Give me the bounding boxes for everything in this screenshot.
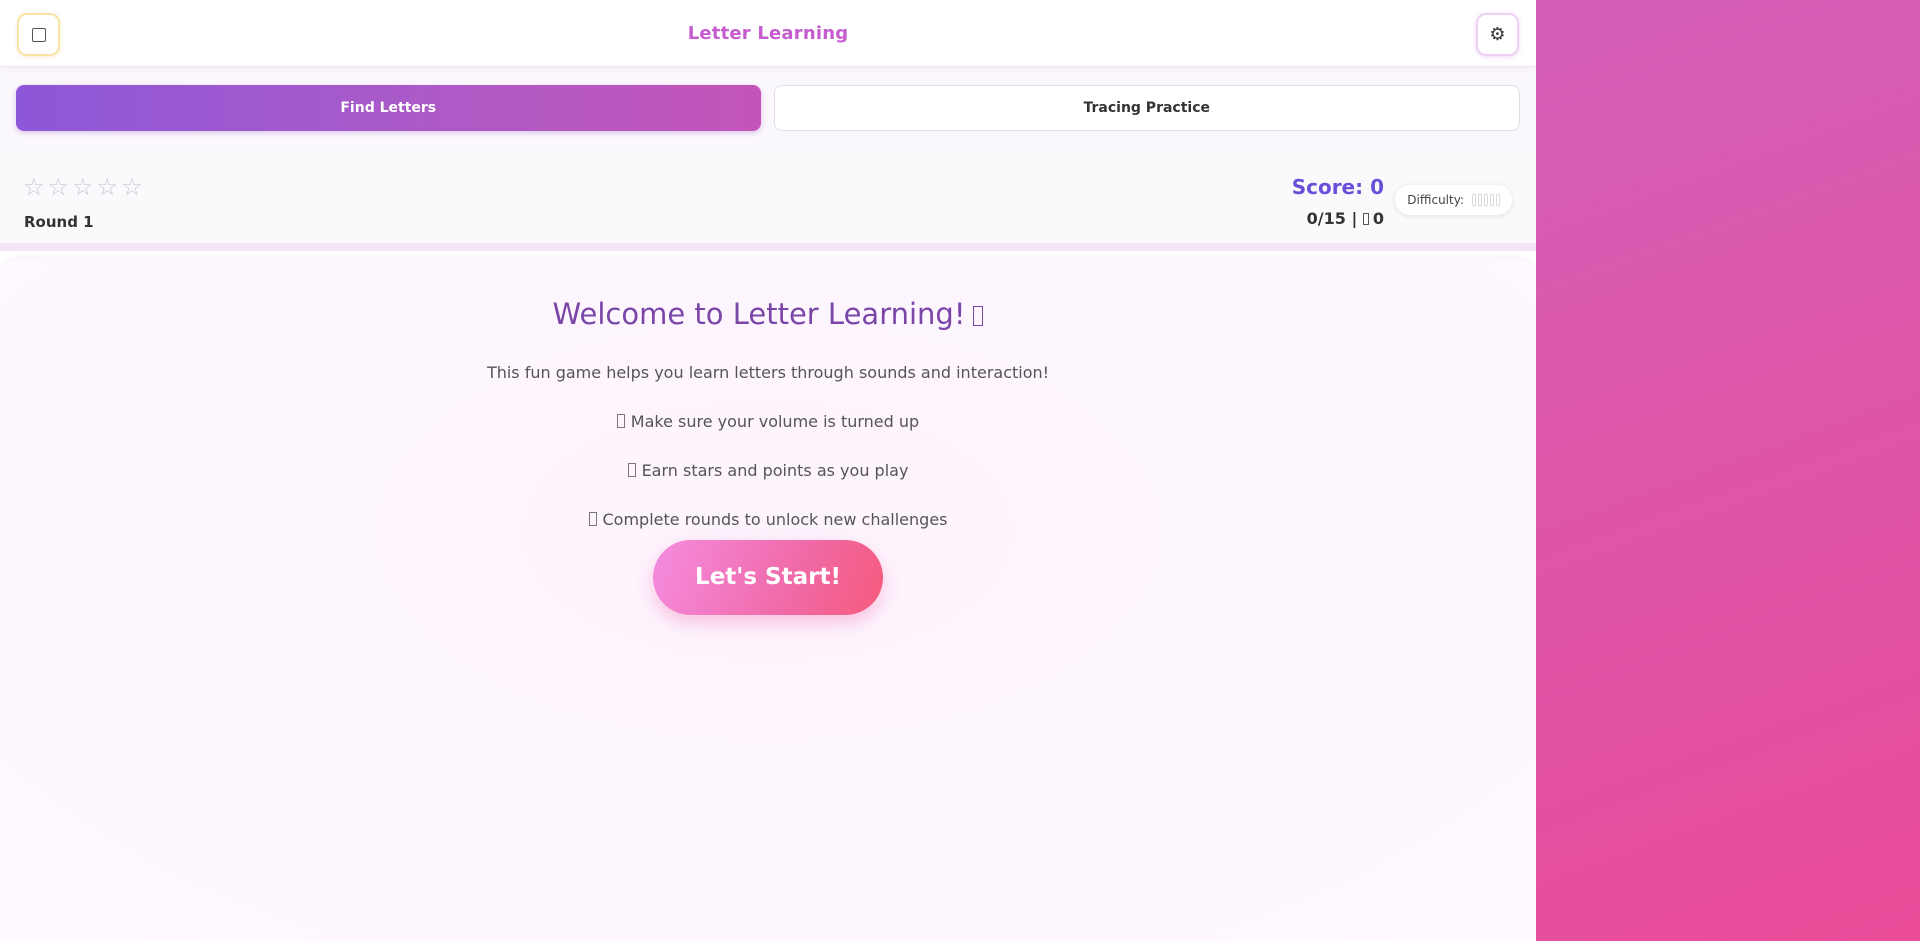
gear-icon: ⚙: [1489, 24, 1506, 45]
difficulty-bar: [1496, 194, 1500, 206]
round-label: Round 1: [24, 213, 94, 231]
streak-value: 0: [1372, 209, 1384, 228]
speaker-icon: [616, 414, 625, 428]
home-button[interactable]: [17, 13, 60, 56]
welcome-title: Welcome to Letter Learning!: [0, 297, 1536, 331]
difficulty-indicator: Difficulty:: [1395, 185, 1512, 215]
tab-tracing-practice[interactable]: Tracing Practice: [773, 85, 1520, 131]
difficulty-bars: [1472, 194, 1500, 206]
sparkle-icon: [973, 306, 984, 326]
star-emoji-icon: [627, 463, 636, 477]
star-rating: ☆ ☆ ☆ ☆ ☆: [23, 173, 144, 201]
welcome-description: This fun game helps you learn letters th…: [486, 363, 1050, 382]
home-icon: [31, 27, 46, 42]
tip-text: Earn stars and points as you play: [641, 461, 909, 480]
difficulty-bar: [1472, 194, 1476, 206]
difficulty-bar: [1490, 194, 1494, 206]
app-container: Letter Learning ⚙ Find Letters Tracing P…: [0, 0, 1536, 941]
star-icon: ☆: [96, 173, 120, 201]
star-icon: ☆: [47, 173, 71, 201]
progress-count: 0/15 |: [1306, 209, 1363, 228]
settings-button[interactable]: ⚙: [1476, 13, 1519, 56]
tip-text: Make sure your volume is turned up: [630, 412, 920, 431]
stats-bar: ☆ ☆ ☆ ☆ ☆ Round 1 Score: 0 0/15 | 0 Diff…: [0, 149, 1536, 251]
streak-icon: [1362, 213, 1369, 225]
start-button[interactable]: Let's Start!: [653, 540, 883, 615]
welcome-title-text: Welcome to Letter Learning!: [552, 297, 966, 331]
tip-rounds: Complete rounds to unlock new challenges: [0, 510, 1536, 529]
tip-text: Complete rounds to unlock new challenges: [602, 510, 948, 529]
tab-find-letters[interactable]: Find Letters: [16, 85, 761, 131]
tip-volume: Make sure your volume is turned up: [0, 412, 1536, 431]
welcome-panel: Welcome to Letter Learning! This fun gam…: [0, 259, 1536, 941]
difficulty-bar: [1478, 194, 1482, 206]
trophy-icon: [588, 512, 597, 526]
score-label: Score: 0: [1291, 175, 1384, 199]
tip-stars: Earn stars and points as you play: [0, 461, 1536, 480]
star-icon: ☆: [121, 173, 144, 201]
difficulty-bar: [1484, 194, 1488, 206]
header: Letter Learning ⚙: [0, 0, 1536, 67]
progress-text: 0/15 | 0: [1307, 209, 1384, 228]
difficulty-label: Difficulty:: [1407, 193, 1464, 207]
star-icon: ☆: [23, 173, 46, 201]
star-icon: ☆: [72, 173, 95, 201]
page-title: Letter Learning: [687, 22, 849, 44]
mode-tabs: Find Letters Tracing Practice: [0, 67, 1536, 149]
